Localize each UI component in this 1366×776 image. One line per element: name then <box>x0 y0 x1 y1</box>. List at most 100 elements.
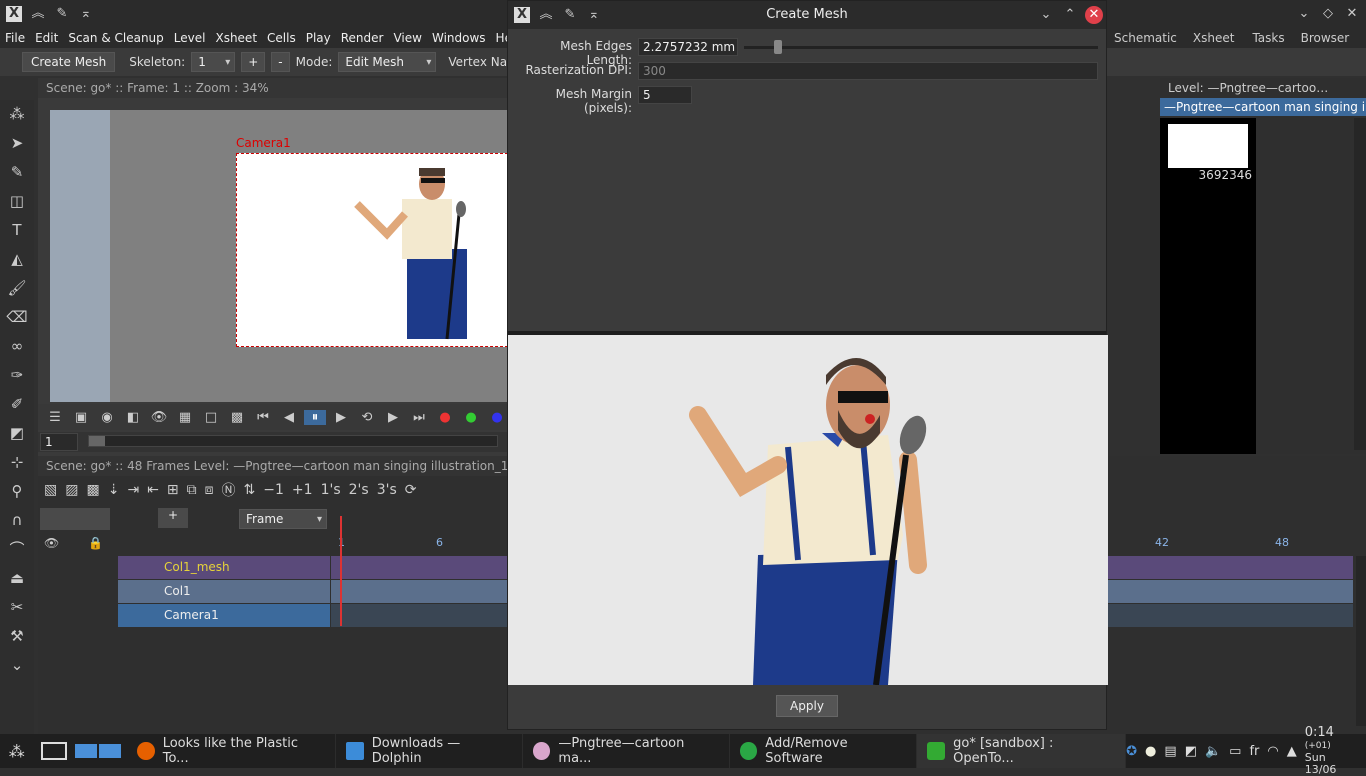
auto-input-icon[interactable]: ⊞ <box>167 482 179 498</box>
clock[interactable]: 0:14 (+01) Sun 13/06 <box>1305 726 1360 776</box>
menu-cells[interactable]: Cells <box>262 31 301 45</box>
mesh-edges-field[interactable]: 2.2757232 mm <box>638 38 738 56</box>
blue-channel-icon[interactable]: ● <box>486 410 508 425</box>
level-select[interactable]: —Pngtree—cartoon man singing ill <box>1160 98 1366 116</box>
new-toonz-raster-icon[interactable]: ▨ <box>65 482 78 498</box>
clipboard-icon[interactable]: ▤ <box>1164 744 1176 759</box>
clone-icon[interactable]: ⧈ <box>205 482 214 498</box>
first-frame-icon[interactable]: ⏮ <box>252 410 274 425</box>
pager-icon[interactable] <box>75 744 122 758</box>
menu-file[interactable]: File <box>0 31 30 45</box>
duplicate-icon[interactable]: ⧉ <box>187 482 197 498</box>
insert-icon[interactable]: ⇥ <box>127 482 139 498</box>
row-name[interactable]: Col1_mesh <box>118 556 330 579</box>
remove-skeleton-button[interactable]: - <box>271 52 290 72</box>
frame-zoom-select[interactable]: Frame <box>239 509 327 529</box>
eraser-tool-icon[interactable]: ⌫ <box>0 303 34 332</box>
menu-render[interactable]: Render <box>336 31 389 45</box>
iron-tool-icon[interactable]: ⏏ <box>0 564 34 593</box>
room-tab-schematic[interactable]: Schematic <box>1108 31 1183 45</box>
loop-icon[interactable]: ⟲ <box>356 410 378 425</box>
step-2-icon[interactable]: 2's <box>349 482 369 498</box>
snapshot-icon[interactable]: ▣ <box>70 410 92 425</box>
sort-icon[interactable]: ⇅ <box>244 482 256 498</box>
green-channel-icon[interactable]: ● <box>460 410 482 425</box>
keyboard-layout[interactable]: fr <box>1249 744 1259 759</box>
bg-gray-icon[interactable]: ▦ <box>174 410 196 425</box>
dpi-field[interactable]: 300 <box>638 62 1098 80</box>
xsheet-scrollbar[interactable] <box>1356 556 1366 726</box>
new-raster-level-icon[interactable]: ▩ <box>86 482 99 498</box>
selection-tool-icon[interactable]: ➤ <box>0 129 34 158</box>
battery-icon[interactable]: ▭ <box>1229 744 1241 759</box>
preview-toggle-icon[interactable]: 👁 <box>148 410 170 425</box>
bg-white-icon[interactable]: □ <box>200 410 222 425</box>
dialog-close-icon[interactable]: ✕ <box>1085 6 1103 24</box>
pause-icon[interactable]: ⏸ <box>304 409 326 425</box>
dialog-maximize-icon[interactable]: ⌃ <box>1062 7 1078 23</box>
playhead[interactable] <box>340 516 342 626</box>
menu-level[interactable]: Level <box>169 31 211 45</box>
tape-tool-icon[interactable]: ∞ <box>0 332 34 361</box>
last-frame-icon[interactable]: ⏭ <box>408 410 430 425</box>
reframe-icon[interactable]: ⇣ <box>108 482 120 498</box>
task-add-remove-software[interactable]: Add/Remove Software <box>730 734 918 768</box>
menu-edit[interactable]: Edit <box>30 31 63 45</box>
compare-icon[interactable]: ◧ <box>122 410 144 425</box>
app-launcher-icon[interactable]: ⁂ <box>0 742 33 761</box>
room-tab-browser[interactable]: Browser <box>1293 31 1358 45</box>
level-strip-scrollbar[interactable] <box>1354 118 1366 450</box>
restore-icon[interactable]: ◇ <box>1320 6 1336 22</box>
skeleton-tool-icon[interactable]: ⚒ <box>0 622 34 651</box>
level-thumbnail[interactable] <box>1168 124 1248 168</box>
magnet-tool-icon[interactable]: ∩ <box>0 506 34 535</box>
red-channel-icon[interactable]: ● <box>434 410 456 425</box>
toggle-orientation-button[interactable] <box>40 508 110 530</box>
volume-icon[interactable]: 🔈 <box>1205 744 1221 759</box>
bender-tool-icon[interactable]: ⌒ <box>0 535 34 564</box>
type-tool-icon[interactable]: T <box>0 216 34 245</box>
mesh-preview[interactable] <box>508 335 1108 685</box>
minimize-icon[interactable]: ⌄ <box>1296 6 1312 22</box>
close-icon[interactable]: ✕ <box>1344 6 1360 22</box>
cutter-tool-icon[interactable]: ✂ <box>0 593 34 622</box>
create-mesh-button[interactable]: Create Mesh <box>22 52 116 72</box>
row-name[interactable]: Camera1 <box>118 604 330 627</box>
notes-icon[interactable]: ● <box>1145 744 1156 759</box>
tray-expand-icon[interactable]: ▲ <box>1287 744 1297 759</box>
add-skeleton-button[interactable]: + <box>241 52 266 72</box>
task-image-viewer[interactable]: —Pngtree—cartoon ma... <box>523 734 730 768</box>
frame-input[interactable]: 1 <box>40 433 78 451</box>
mesh-edges-slider[interactable] <box>744 40 1098 54</box>
new-vector-level-icon[interactable]: ▧ <box>44 482 57 498</box>
prev-frame-icon[interactable]: ◀ <box>278 410 300 425</box>
rename-icon[interactable]: Ⓝ <box>222 480 236 500</box>
next-frame-icon[interactable]: ▶ <box>382 410 404 425</box>
export-icon[interactable]: ⇤ <box>147 482 159 498</box>
paint-brush-tool-icon[interactable]: 🖌 <box>0 274 34 303</box>
menu-icon[interactable]: ☰ <box>44 410 66 425</box>
step-3-icon[interactable]: 3's <box>377 482 397 498</box>
menu-view[interactable]: View <box>388 31 426 45</box>
vault-icon[interactable]: ◩ <box>1185 744 1197 759</box>
shade-icon[interactable]: ⌅ <box>78 6 94 22</box>
dialog-minimize-icon[interactable]: ⌄ <box>1038 7 1054 23</box>
increment-icon[interactable]: +1 <box>292 482 313 498</box>
skeleton-select[interactable]: 1 <box>191 52 236 72</box>
style-picker-tool-icon[interactable]: ✑ <box>0 361 34 390</box>
pin-icon[interactable]: ✎ <box>54 6 70 22</box>
mesh-margin-field[interactable]: 5 <box>638 86 692 104</box>
pump-tool-icon[interactable]: ⚲ <box>0 477 34 506</box>
refresh-icon[interactable]: ⟳ <box>405 482 417 498</box>
rgb-picker-tool-icon[interactable]: ✐ <box>0 390 34 419</box>
apply-button[interactable]: Apply <box>776 695 838 717</box>
brush-tool-icon[interactable]: ✎ <box>0 158 34 187</box>
menu-play[interactable]: Play <box>301 31 336 45</box>
decrement-icon[interactable]: −1 <box>263 482 284 498</box>
task-firefox[interactable]: Looks like the Plastic To... <box>127 734 337 768</box>
fill-tool-icon[interactable]: ◭ <box>0 245 34 274</box>
geometric-tool-icon[interactable]: ◫ <box>0 187 34 216</box>
mode-select[interactable]: Edit Mesh <box>338 52 437 72</box>
step-1-icon[interactable]: 1's <box>321 482 341 498</box>
eye-icon[interactable]: 👁 <box>44 536 59 550</box>
